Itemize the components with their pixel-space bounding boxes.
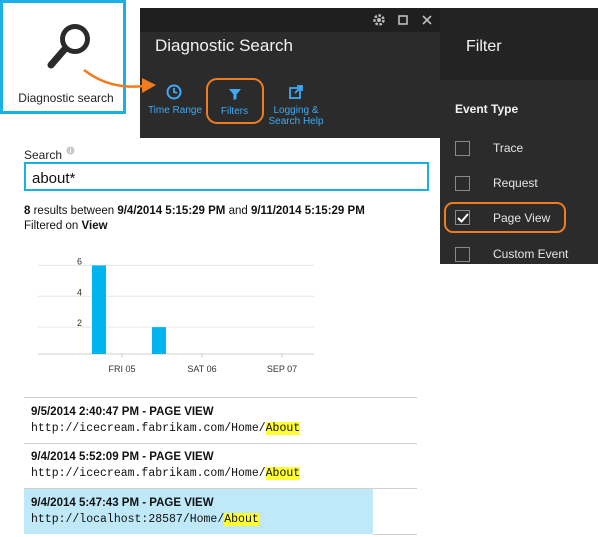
row-divider [373, 534, 417, 535]
range-start: 9/4/2014 5:15:29 PM [117, 205, 226, 217]
search-highlight: About [265, 422, 301, 435]
result-url: http://localhost:28587/Home/About [31, 513, 259, 526]
logging-label-line2: Search Help [268, 116, 324, 127]
y-tick-label: 2 [77, 318, 82, 328]
range-end: 9/11/2014 5:15:29 PM [250, 205, 365, 217]
trace-checkbox[interactable] [455, 141, 470, 156]
x-tick-label: SEP 07 [267, 364, 297, 374]
search-highlight: About [224, 513, 259, 526]
x-tick-label: SAT 06 [187, 364, 216, 374]
page-view-label: Page View [493, 211, 551, 225]
filters-label: Filters [220, 106, 249, 117]
filter-option-request[interactable]: Request [455, 175, 595, 193]
event-type-heading: Event Type [455, 102, 519, 116]
results-chart: 6 4 2 FRI 05 SAT 06 SEP 07 [38, 256, 314, 374]
logging-label-line1: Logging & [273, 105, 319, 116]
filtered-prefix: Filtered on [24, 220, 82, 232]
checkmark-icon [457, 213, 469, 223]
info-icon[interactable] [66, 146, 75, 155]
request-label: Request [493, 176, 538, 190]
and-text: and [225, 205, 251, 217]
result-title: 9/5/2014 2:40:47 PM - PAGE VIEW [31, 406, 214, 418]
result-title: 9/4/2014 5:52:09 PM - PAGE VIEW [31, 451, 214, 463]
search-label: Search [24, 148, 63, 162]
filters-button[interactable]: Filters [206, 78, 264, 124]
filter-option-custom-event[interactable]: Custom Event [455, 246, 595, 264]
maximize-icon[interactable] [398, 15, 408, 25]
x-tick-label: FRI 05 [108, 364, 135, 374]
search-input[interactable]: about* [24, 162, 429, 191]
blade-title: Diagnostic Search [155, 36, 293, 55]
blade-title-bar [140, 8, 440, 32]
filter-title: Filter [466, 38, 502, 55]
result-row-selected[interactable]: 9/4/2014 5:47:43 PM - PAGE VIEW http://l… [24, 489, 373, 534]
request-checkbox[interactable] [455, 176, 470, 191]
between-text: results between [30, 205, 118, 217]
filter-option-page-view[interactable]: Page View [444, 202, 566, 233]
time-range-label: Time Range [147, 105, 203, 116]
result-row[interactable]: 9/5/2014 2:40:47 PM - PAGE VIEW http://i… [24, 400, 417, 442]
gear-icon[interactable] [372, 13, 386, 27]
filter-icon [229, 89, 241, 100]
results-divider [24, 397, 417, 398]
row-divider [24, 443, 417, 444]
filter-option-trace[interactable]: Trace [455, 140, 595, 158]
chart-bar [92, 265, 106, 354]
callout-arrow [83, 69, 156, 93]
y-tick-label: 4 [77, 287, 82, 297]
result-title: 9/4/2014 5:47:43 PM - PAGE VIEW [31, 497, 214, 509]
chart-bar [152, 327, 166, 354]
filtered-on: Filtered on View [24, 220, 108, 232]
trace-label: Trace [493, 141, 524, 155]
logging-search-help-button[interactable]: Logging & Search Help [266, 84, 326, 128]
close-icon[interactable] [422, 15, 432, 25]
custom-event-checkbox[interactable] [455, 247, 470, 262]
result-url: http://icecream.fabrikam.com/Home/About [31, 422, 301, 435]
search-highlight: About [265, 467, 301, 480]
y-tick-label: 6 [77, 256, 82, 266]
filter-header [440, 8, 598, 80]
results-summary: 8 results between 9/4/2014 5:15:29 PM an… [24, 205, 365, 217]
filtered-value: View [81, 220, 108, 232]
custom-event-label: Custom Event [493, 247, 569, 261]
result-row[interactable]: 9/4/2014 5:52:09 PM - PAGE VIEW http://i… [24, 445, 417, 487]
result-url: http://icecream.fabrikam.com/Home/About [31, 467, 301, 480]
external-link-icon [289, 85, 303, 99]
page-view-checkbox[interactable] [455, 210, 470, 225]
